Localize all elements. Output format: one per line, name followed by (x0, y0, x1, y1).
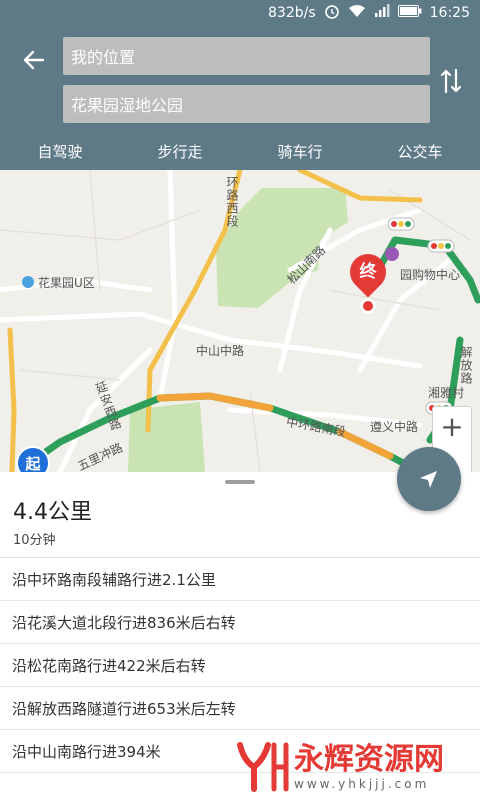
travel-mode-tabs: 自驾驶 步行走 骑车行 公交车 (0, 132, 480, 170)
clock: 16:25 (429, 5, 470, 21)
drag-handle[interactable] (225, 480, 255, 484)
alarm-icon (324, 3, 340, 23)
tab-drive[interactable]: 自驾驶 (0, 132, 120, 170)
destination-marker-label: 终 (359, 262, 377, 282)
battery-icon (397, 5, 422, 21)
tab-walk[interactable]: 步行走 (120, 132, 240, 170)
map-label-guoyuan: 花果园U区 (38, 276, 95, 290)
route-step: 沿解放西路隧道行进653米后左转 (0, 687, 480, 730)
poi-icon (22, 276, 34, 288)
start-location-input[interactable]: 我的位置 (63, 37, 430, 75)
watermark-url: www.yhkjjj.com (294, 777, 430, 791)
map-label-zhongshan: 中山中路 (196, 344, 245, 358)
swap-icon (440, 68, 462, 94)
watermark: 永辉资源网 www.yhkjjj.com (234, 738, 444, 796)
start-marker[interactable]: 起 (16, 446, 50, 472)
swap-locations-button[interactable] (436, 66, 466, 96)
network-speed: 832b/s (268, 5, 316, 21)
map-label-zunyi: 遵义中路 (370, 420, 419, 434)
signal-icon (374, 4, 390, 22)
arrow-left-icon (23, 50, 45, 70)
route-distance: 4.4公里 (13, 500, 92, 525)
route-step: 沿花溪大道北段行进836米后右转 (0, 601, 480, 644)
route-step: 沿松花南路行进422米后右转 (0, 644, 480, 687)
zoom-in-button[interactable]: + (433, 407, 471, 445)
destination-marker[interactable]: 终 (342, 246, 394, 314)
route-step: 沿中环路南段辅路行进2.1公里 (0, 558, 480, 601)
route-map[interactable]: 环路西段 松山南路 花果园U区 中山中路 园购物中心 延安西路 中环路南段 遵义… (0, 170, 480, 472)
map-label-ring-west: 环路西段 (225, 176, 239, 228)
route-search-header: 我的位置 花果园湿地公园 自驾驶 步行走 骑车行 公交车 (0, 26, 480, 170)
watermark-title: 永辉资源网 (294, 742, 444, 777)
back-button[interactable] (18, 44, 50, 76)
locate-button[interactable] (397, 447, 461, 511)
status-bar: 832b/s 16:25 (0, 0, 480, 26)
watermark-logo-icon (237, 742, 289, 792)
navigation-arrow-icon (420, 471, 437, 488)
map-label-xiangya: 湘雅村 (428, 386, 465, 400)
route-duration: 10分钟 (13, 533, 56, 548)
map-label-jiefang: 解放路 (459, 346, 473, 385)
tab-bike[interactable]: 骑车行 (240, 132, 360, 170)
wifi-icon (348, 4, 366, 22)
map-label-mall: 园购物中心 (400, 268, 461, 282)
tab-transit[interactable]: 公交车 (360, 132, 480, 170)
destination-input[interactable]: 花果园湿地公园 (63, 85, 430, 123)
